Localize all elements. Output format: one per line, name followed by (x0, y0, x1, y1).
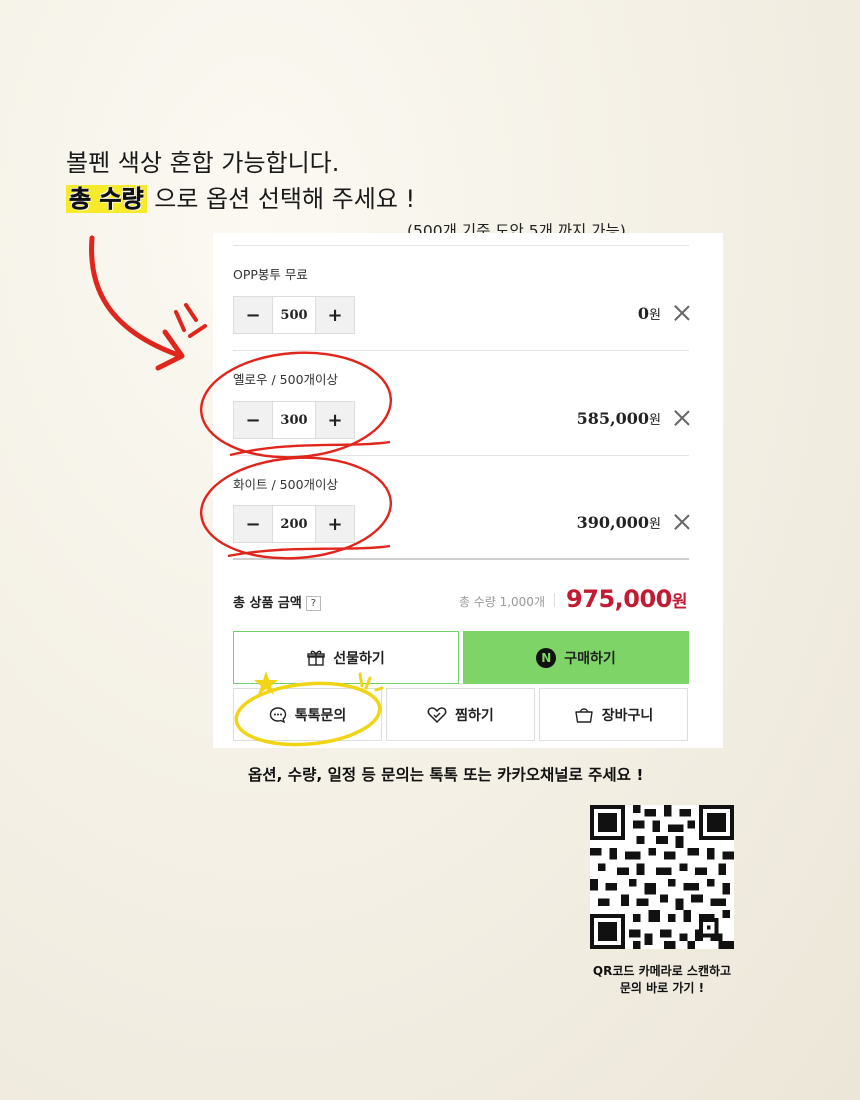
talk-inquiry-button[interactable]: 톡톡문의 (233, 688, 382, 741)
inquiry-note: 옵션, 수량, 일정 등 문의는 톡톡 또는 카카오채널로 주세요 ! (248, 766, 644, 784)
option-price-white: 390,000원 (577, 513, 661, 532)
divider (233, 245, 689, 246)
divider (554, 593, 555, 607)
cart-button[interactable]: 장바구니 (539, 688, 688, 741)
price-value: 0 (637, 304, 650, 323)
order-panel: OPP봉투 무료 − 500 + 0원 옐로우 / 500개이상 − 300 +… (213, 233, 723, 748)
quantity-stepper-white: − 200 + (233, 505, 355, 543)
remove-option-icon[interactable] (673, 304, 691, 322)
talk-button-label: 톡톡문의 (294, 707, 347, 724)
naver-n-icon: N (536, 647, 557, 668)
option-label-white: 화이트 / 500개이상 (233, 477, 339, 492)
qr-caption: QR코드 카메라로 스캔하고 문의 바로 가기 ! (560, 963, 764, 997)
divider (233, 558, 689, 560)
price-value: 390,000 (576, 513, 650, 532)
headline-line-2-rest: 으로 옵션 선택해 주세요 ! (146, 185, 416, 213)
option-price-opp: 0원 (638, 304, 661, 323)
gift-button-label: 선물하기 (333, 650, 385, 667)
increase-button[interactable]: + (316, 402, 354, 438)
decrease-button[interactable]: − (234, 506, 272, 542)
buy-button-label: 구매하기 (564, 650, 616, 667)
option-label-opp: OPP봉투 무료 (233, 267, 308, 282)
red-arrow-icon (89, 235, 207, 371)
quantity-input[interactable]: 200 (272, 506, 316, 542)
total-label-text: 총 상품 금액 (233, 596, 302, 611)
headline: 볼펜 색상 혼합 가능합니다. 총 수량 으로 옵션 선택해 주세요 ! (66, 145, 415, 217)
quantity-stepper-opp: − 500 + (233, 296, 355, 334)
decrease-button[interactable]: − (234, 297, 272, 333)
quantity-stepper-yellow: − 300 + (233, 401, 355, 439)
option-label-yellow: 옐로우 / 500개이상 (233, 372, 339, 387)
help-icon[interactable]: ? (305, 596, 321, 611)
heart-icon (427, 706, 447, 723)
shopping-bag-icon (575, 707, 593, 723)
buy-button[interactable]: N 구매하기 (463, 631, 689, 684)
price-unit: 원 (649, 413, 661, 428)
wishlist-button[interactable]: 찜하기 (386, 688, 535, 741)
increase-button[interactable]: + (316, 506, 354, 542)
divider (233, 455, 689, 456)
quantity-input[interactable]: 300 (272, 402, 316, 438)
divider (233, 350, 689, 351)
cart-button-label: 장바구니 (601, 707, 654, 724)
option-price-yellow: 585,000원 (577, 409, 661, 428)
qr-caption-line-1: QR코드 카메라로 스캔하고 (592, 964, 732, 978)
price-value: 585,000 (576, 409, 650, 428)
total-label: 총 상품 금액? (233, 592, 321, 611)
headline-line-1: 볼펜 색상 혼합 가능합니다. (66, 149, 340, 177)
total-unit: 원 (671, 592, 688, 612)
remove-option-icon[interactable] (673, 513, 691, 531)
price-unit: 원 (649, 308, 661, 323)
total-quantity: 총 수량 1,000개 (458, 595, 545, 609)
gift-button[interactable]: 선물하기 (233, 631, 459, 684)
decrease-button[interactable]: − (234, 402, 272, 438)
price-unit: 원 (649, 517, 661, 532)
headline-line-2: 총 수량 으로 옵션 선택해 주세요 ! (66, 181, 415, 217)
quantity-input[interactable]: 500 (272, 297, 316, 333)
increase-button[interactable]: + (316, 297, 354, 333)
total-price: 975,000원 (566, 585, 687, 613)
headline-highlight: 총 수량 (66, 185, 147, 213)
gift-icon (307, 650, 325, 666)
wish-button-label: 찜하기 (455, 707, 494, 724)
total-amount: 975,000 (566, 585, 672, 613)
qr-caption-line-2: 문의 바로 가기 ! (619, 981, 705, 995)
chat-bubble-icon (269, 706, 286, 723)
qr-code-icon[interactable] (590, 805, 734, 949)
remove-option-icon[interactable] (673, 409, 691, 427)
